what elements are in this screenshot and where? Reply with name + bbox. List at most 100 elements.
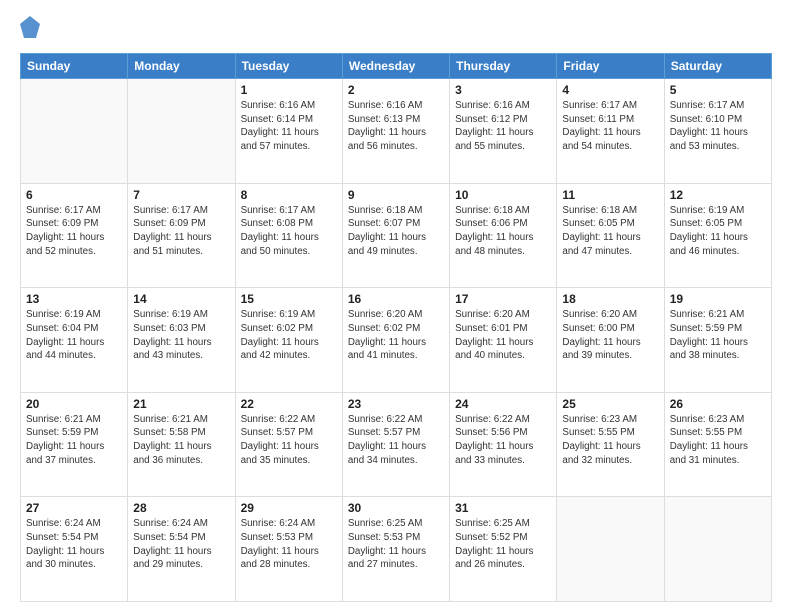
- calendar-cell: [128, 79, 235, 184]
- day-info: Sunrise: 6:18 AMSunset: 6:05 PMDaylight:…: [562, 204, 658, 259]
- day-number: 18: [562, 292, 658, 306]
- day-number: 16: [348, 292, 444, 306]
- day-info: Sunrise: 6:19 AMSunset: 6:05 PMDaylight:…: [670, 204, 766, 259]
- calendar-cell: 11 Sunrise: 6:18 AMSunset: 6:05 PMDayligh…: [557, 183, 664, 288]
- calendar-cell: 30 Sunrise: 6:25 AMSunset: 5:53 PMDayligh…: [342, 497, 449, 602]
- weekday-header-row: SundayMondayTuesdayWednesdayThursdayFrid…: [21, 54, 772, 79]
- calendar-cell: 13 Sunrise: 6:19 AMSunset: 6:04 PMDayligh…: [21, 288, 128, 393]
- logo: [20, 16, 44, 43]
- page: SundayMondayTuesdayWednesdayThursdayFrid…: [0, 0, 792, 612]
- calendar-cell: 18Sunrise: 6:20 AMSunset: 6:00 PMDayligh…: [557, 288, 664, 393]
- calendar-cell: 17 Sunrise: 6:20 AMSunset: 6:01 PMDayligh…: [450, 288, 557, 393]
- calendar-cell: 6 Sunrise: 6:17 AMSunset: 6:09 PMDaylight…: [21, 183, 128, 288]
- day-number: 31: [455, 501, 551, 515]
- day-info: Sunrise: 6:21 AMSunset: 5:59 PMDaylight:…: [26, 413, 122, 468]
- week-row-2: 6 Sunrise: 6:17 AMSunset: 6:09 PMDaylight…: [21, 183, 772, 288]
- day-info: Sunrise: 6:23 AMSunset: 5:55 PMDaylight:…: [562, 413, 658, 468]
- day-number: 14: [133, 292, 229, 306]
- day-number: 19: [670, 292, 766, 306]
- day-number: 21: [133, 397, 229, 411]
- calendar-cell: [664, 497, 771, 602]
- calendar-cell: 7 Sunrise: 6:17 AMSunset: 6:09 PMDaylight…: [128, 183, 235, 288]
- day-info: Sunrise: 6:21 AMSunset: 5:59 PMDaylight:…: [670, 308, 766, 363]
- day-info: Sunrise: 6:24 AMSunset: 5:54 PMDaylight:…: [26, 517, 122, 572]
- day-info: Sunrise: 6:24 AMSunset: 5:53 PMDaylight:…: [241, 517, 337, 572]
- calendar-cell: 25 Sunrise: 6:23 AMSunset: 5:55 PMDayligh…: [557, 392, 664, 497]
- weekday-header-sunday: Sunday: [21, 54, 128, 79]
- calendar-cell: 28 Sunrise: 6:24 AMSunset: 5:54 PMDayligh…: [128, 497, 235, 602]
- calendar-cell: 9Sunrise: 6:18 AMSunset: 6:07 PMDaylight…: [342, 183, 449, 288]
- calendar-cell: 1 Sunrise: 6:16 AMSunset: 6:14 PMDaylight…: [235, 79, 342, 184]
- calendar-cell: 24 Sunrise: 6:22 AMSunset: 5:56 PMDayligh…: [450, 392, 557, 497]
- day-info: Sunrise: 6:21 AMSunset: 5:58 PMDaylight:…: [133, 413, 229, 468]
- weekday-header-friday: Friday: [557, 54, 664, 79]
- day-number: 2: [348, 83, 444, 97]
- calendar-cell: 2 Sunrise: 6:16 AMSunset: 6:13 PMDaylight…: [342, 79, 449, 184]
- day-info: Sunrise: 6:22 AMSunset: 5:57 PMDaylight:…: [348, 413, 444, 468]
- day-number: 10: [455, 188, 551, 202]
- weekday-header-monday: Monday: [128, 54, 235, 79]
- day-info: Sunrise: 6:24 AMSunset: 5:54 PMDaylight:…: [133, 517, 229, 572]
- day-info: Sunrise: 6:19 AMSunset: 6:02 PMDaylight:…: [241, 308, 337, 363]
- calendar-cell: 29 Sunrise: 6:24 AMSunset: 5:53 PMDayligh…: [235, 497, 342, 602]
- calendar-table: SundayMondayTuesdayWednesdayThursdayFrid…: [20, 53, 772, 602]
- day-info: Sunrise: 6:17 AMSunset: 6:09 PMDaylight:…: [26, 204, 122, 259]
- calendar-cell: 10 Sunrise: 6:18 AMSunset: 6:06 PMDayligh…: [450, 183, 557, 288]
- header: [20, 16, 772, 43]
- day-info: Sunrise: 6:17 AMSunset: 6:10 PMDaylight:…: [670, 99, 766, 154]
- day-number: 4: [562, 83, 658, 97]
- day-number: 13: [26, 292, 122, 306]
- calendar-cell: 3 Sunrise: 6:16 AMSunset: 6:12 PMDaylight…: [450, 79, 557, 184]
- day-info: Sunrise: 6:20 AMSunset: 6:02 PMDaylight:…: [348, 308, 444, 363]
- day-info: Sunrise: 6:22 AMSunset: 5:57 PMDaylight:…: [241, 413, 337, 468]
- day-info: Sunrise: 6:25 AMSunset: 5:53 PMDaylight:…: [348, 517, 444, 572]
- day-number: 11: [562, 188, 658, 202]
- calendar-cell: 21 Sunrise: 6:21 AMSunset: 5:58 PMDayligh…: [128, 392, 235, 497]
- day-number: 3: [455, 83, 551, 97]
- weekday-header-tuesday: Tuesday: [235, 54, 342, 79]
- day-number: 23: [348, 397, 444, 411]
- day-info: Sunrise: 6:17 AMSunset: 6:09 PMDaylight:…: [133, 204, 229, 259]
- day-number: 29: [241, 501, 337, 515]
- calendar-cell: [557, 497, 664, 602]
- day-number: 22: [241, 397, 337, 411]
- calendar-cell: [21, 79, 128, 184]
- weekday-header-saturday: Saturday: [664, 54, 771, 79]
- day-info: Sunrise: 6:20 AMSunset: 6:01 PMDaylight:…: [455, 308, 551, 363]
- week-row-4: 20Sunrise: 6:21 AMSunset: 5:59 PMDayligh…: [21, 392, 772, 497]
- day-info: Sunrise: 6:16 AMSunset: 6:14 PMDaylight:…: [241, 99, 337, 154]
- day-number: 1: [241, 83, 337, 97]
- day-number: 27: [26, 501, 122, 515]
- day-info: Sunrise: 6:16 AMSunset: 6:12 PMDaylight:…: [455, 99, 551, 154]
- day-info: Sunrise: 6:25 AMSunset: 5:52 PMDaylight:…: [455, 517, 551, 572]
- day-info: Sunrise: 6:16 AMSunset: 6:13 PMDaylight:…: [348, 99, 444, 154]
- calendar-cell: 26Sunrise: 6:23 AMSunset: 5:55 PMDayligh…: [664, 392, 771, 497]
- day-number: 24: [455, 397, 551, 411]
- day-info: Sunrise: 6:22 AMSunset: 5:56 PMDaylight:…: [455, 413, 551, 468]
- day-number: 28: [133, 501, 229, 515]
- calendar-cell: 23 Sunrise: 6:22 AMSunset: 5:57 PMDayligh…: [342, 392, 449, 497]
- day-info: Sunrise: 6:19 AMSunset: 6:03 PMDaylight:…: [133, 308, 229, 363]
- day-number: 7: [133, 188, 229, 202]
- day-info: Sunrise: 6:19 AMSunset: 6:04 PMDaylight:…: [26, 308, 122, 363]
- day-number: 15: [241, 292, 337, 306]
- day-number: 6: [26, 188, 122, 202]
- day-number: 17: [455, 292, 551, 306]
- calendar-cell: 12 Sunrise: 6:19 AMSunset: 6:05 PMDayligh…: [664, 183, 771, 288]
- generalblue-icon: [20, 16, 40, 38]
- calendar-cell: 27 Sunrise: 6:24 AMSunset: 5:54 PMDayligh…: [21, 497, 128, 602]
- day-number: 12: [670, 188, 766, 202]
- day-info: Sunrise: 6:23 AMSunset: 5:55 PMDaylight:…: [670, 413, 766, 468]
- day-number: 8: [241, 188, 337, 202]
- day-number: 5: [670, 83, 766, 97]
- calendar-cell: 5 Sunrise: 6:17 AMSunset: 6:10 PMDaylight…: [664, 79, 771, 184]
- day-number: 30: [348, 501, 444, 515]
- day-number: 25: [562, 397, 658, 411]
- calendar-cell: 14 Sunrise: 6:19 AMSunset: 6:03 PMDayligh…: [128, 288, 235, 393]
- calendar-cell: 20Sunrise: 6:21 AMSunset: 5:59 PMDayligh…: [21, 392, 128, 497]
- day-info: Sunrise: 6:18 AMSunset: 6:06 PMDaylight:…: [455, 204, 551, 259]
- calendar-cell: 16 Sunrise: 6:20 AMSunset: 6:02 PMDayligh…: [342, 288, 449, 393]
- weekday-header-thursday: Thursday: [450, 54, 557, 79]
- calendar-cell: 19 Sunrise: 6:21 AMSunset: 5:59 PMDayligh…: [664, 288, 771, 393]
- calendar-cell: 8Sunrise: 6:17 AMSunset: 6:08 PMDaylight…: [235, 183, 342, 288]
